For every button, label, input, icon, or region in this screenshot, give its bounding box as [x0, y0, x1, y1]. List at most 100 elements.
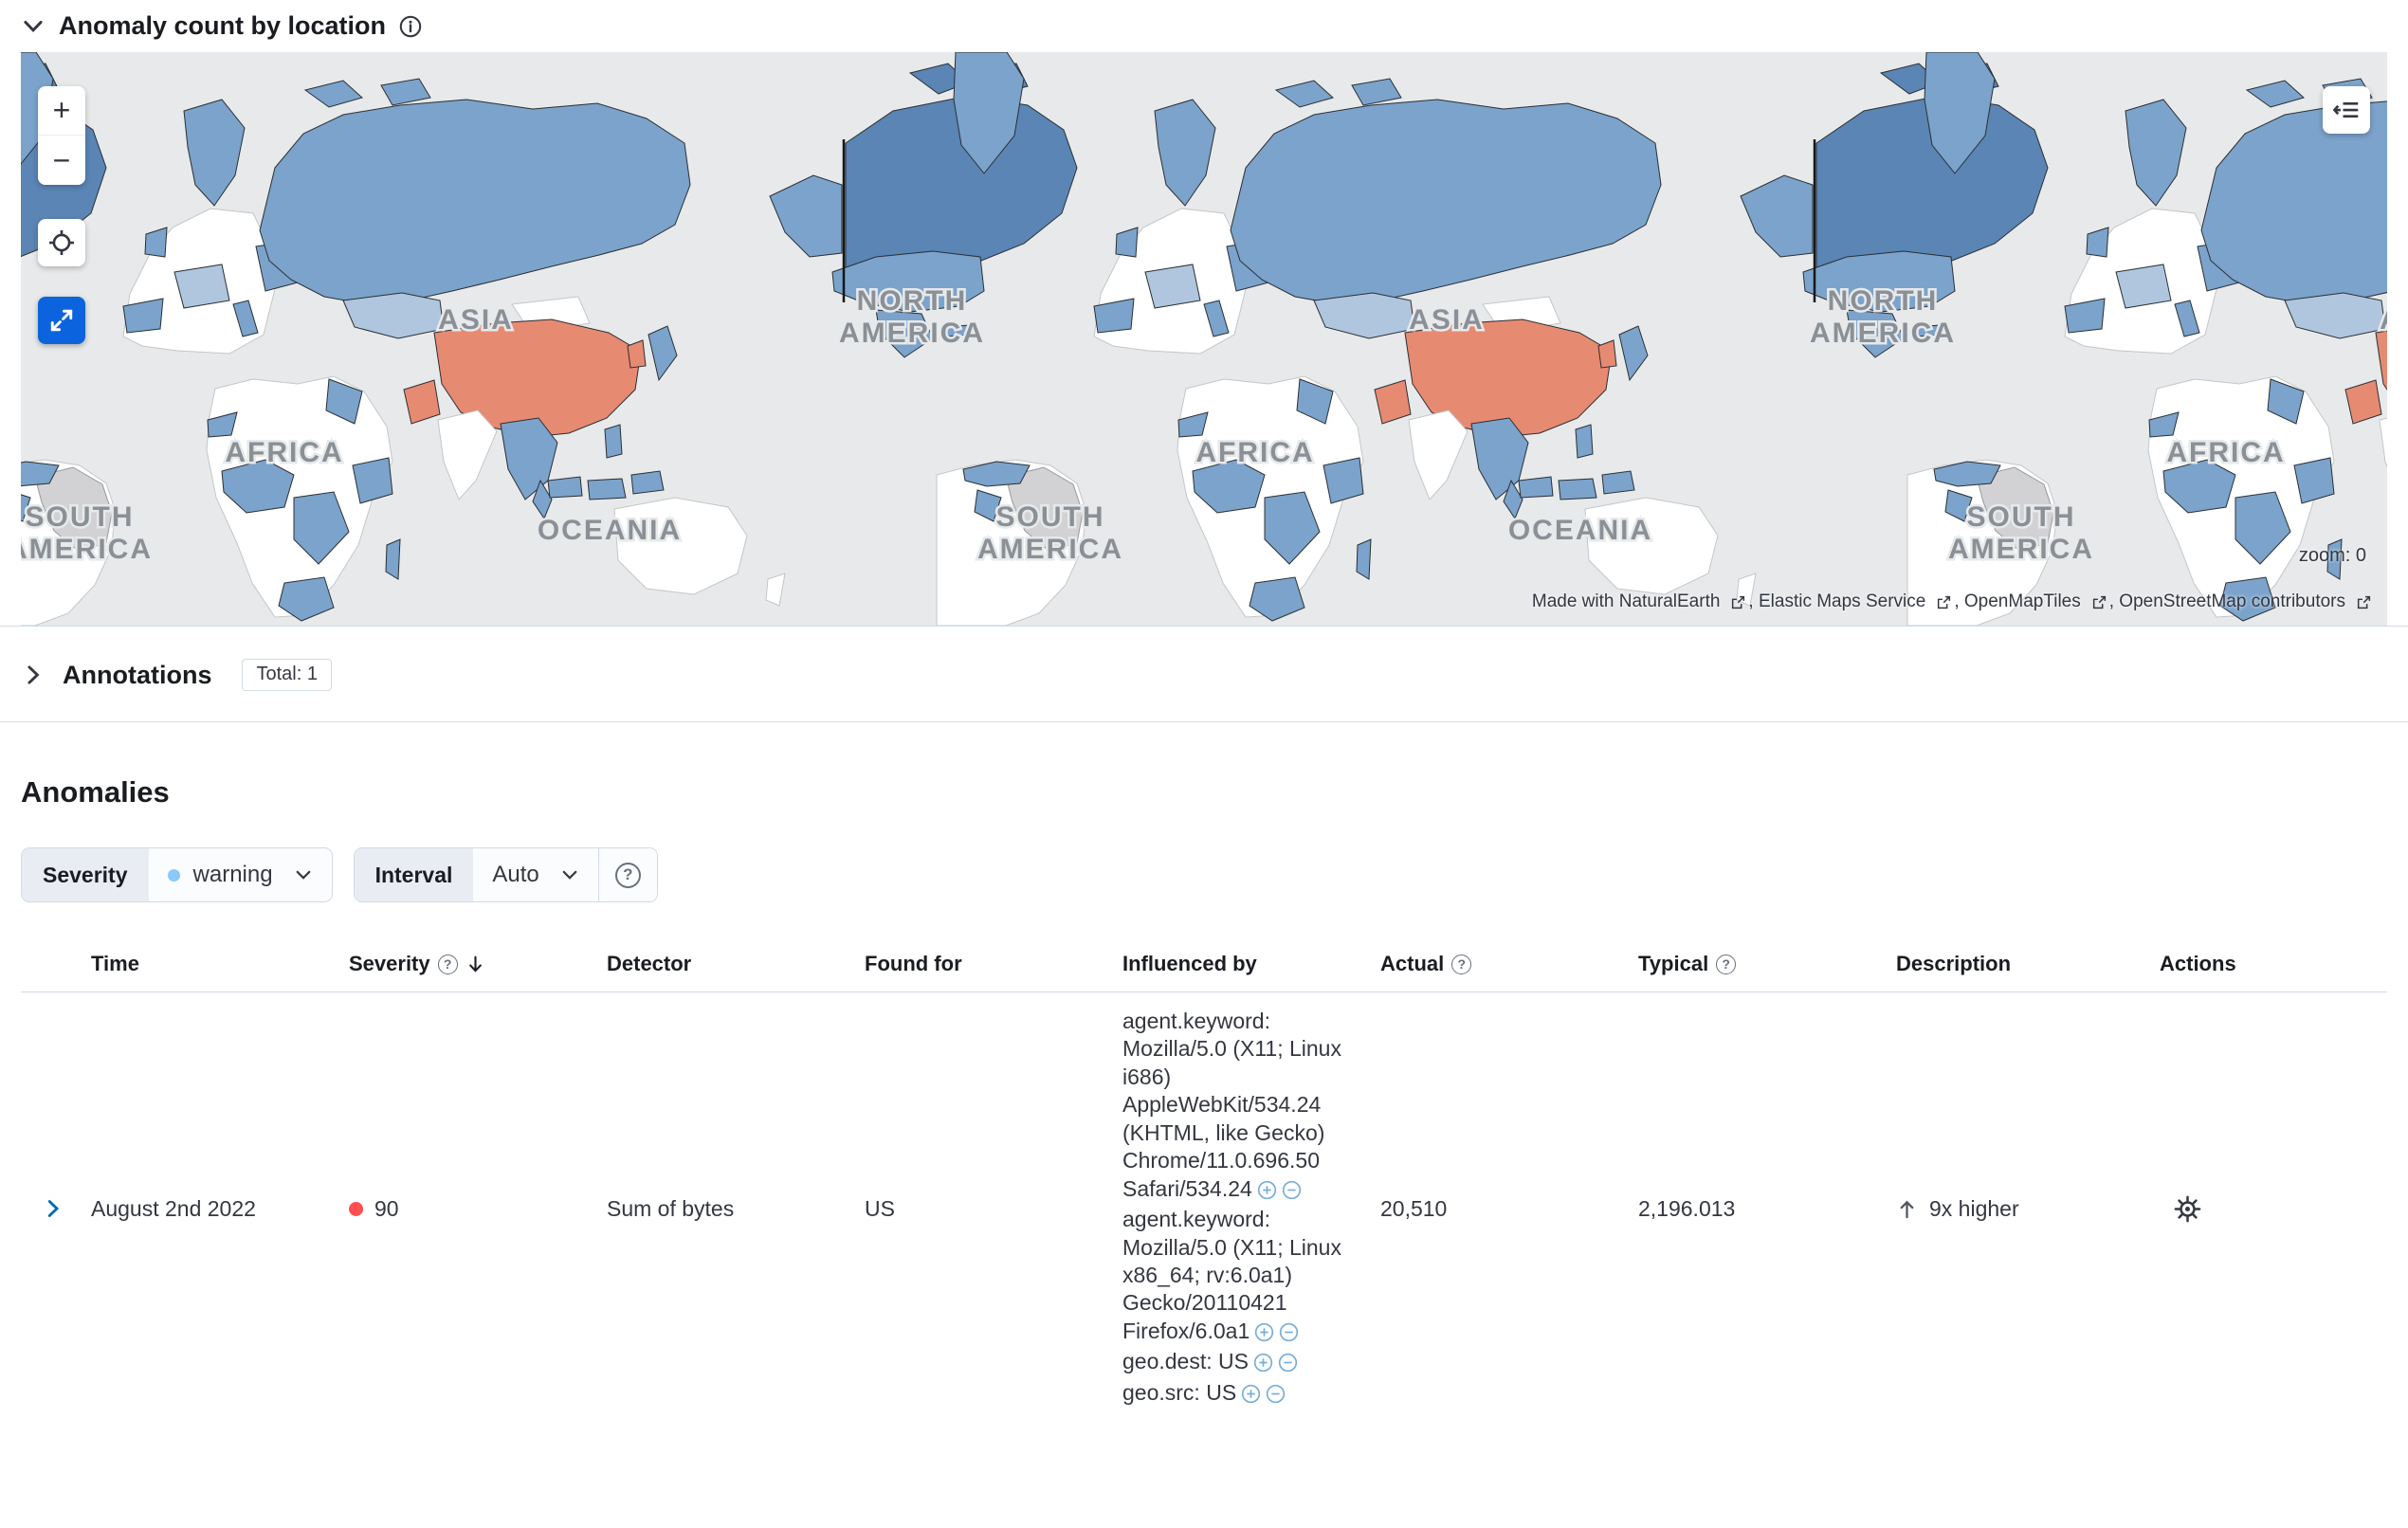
filter-out-icon[interactable]: [1278, 1353, 1298, 1373]
attribution-text: Made with NaturalEarth: [1531, 591, 1721, 611]
header-found-for-label: Found for: [865, 952, 962, 975]
filter-out-icon[interactable]: [1266, 1384, 1286, 1404]
header-description-label: Description: [1896, 952, 2012, 975]
row-expander-cell: [21, 1197, 83, 1220]
severity-filter: Severity warning: [21, 847, 333, 902]
zoom-out-button[interactable]: −: [38, 136, 85, 185]
section-divider: [0, 721, 2408, 722]
influenced-by-cell: agent.keyword: Mozilla/5.0 (X11; Linux i…: [1115, 1008, 1373, 1410]
arrow-up-icon: [1900, 1200, 1914, 1218]
influencer-item: agent.keyword: Mozilla/5.0 (X11; Linux x…: [1122, 1206, 1348, 1345]
influencer-text: agent.keyword: Mozilla/5.0 (X11; Linux x…: [1122, 1207, 1341, 1343]
annotations-accordion-header[interactable]: Annotations Total: 1: [0, 627, 2408, 721]
zoom-level-text: zoom: 0: [2298, 545, 2366, 566]
anomalies-table-header: Time Severity ? Detector Found for Influ…: [21, 952, 2387, 992]
attribution-text: , Elastic Maps Service: [1748, 591, 1926, 611]
header-actual-label: Actual: [1380, 952, 1445, 975]
actual-cell: 20,510: [1373, 1196, 1631, 1222]
header-time-label: Time: [91, 952, 139, 975]
header-found-for: Found for: [857, 952, 1115, 976]
filter-in-icon[interactable]: [1254, 1322, 1274, 1342]
attribution-link[interactable]: Made with NaturalEarth: [1532, 591, 1749, 612]
severity-select[interactable]: warning: [149, 848, 332, 901]
found-for-value: US: [865, 1195, 895, 1221]
annotations-total-badge: Total: 1: [242, 659, 332, 691]
interval-help-button[interactable]: ?: [597, 848, 657, 901]
typical-value: 2,196.013: [1638, 1195, 1736, 1221]
header-severity-label: Severity: [349, 952, 430, 975]
found-for-cell: US: [857, 1196, 1115, 1222]
expand-row-button[interactable]: [28, 1197, 64, 1220]
external-link-icon: [2092, 595, 2106, 609]
header-description: Description: [1888, 952, 2152, 976]
gear-icon: [2174, 1195, 2201, 1222]
attribution-text: , OpenStreetMap contributors: [2108, 591, 2345, 611]
influencer-item: agent.keyword: Mozilla/5.0 (X11; Linux i…: [1122, 1008, 1348, 1203]
sort-descending-icon: [468, 955, 482, 973]
attribution-link[interactable]: , OpenMapTiles: [1954, 591, 2108, 612]
plus-icon: +: [52, 93, 71, 127]
header-typical: Typical ?: [1631, 952, 1888, 976]
interval-select[interactable]: Auto: [473, 848, 597, 901]
attribution-link[interactable]: , OpenStreetMap contributors: [2109, 591, 2374, 612]
header-actions: Actions: [2152, 952, 2387, 976]
influencer-text: geo.src: US: [1122, 1379, 1237, 1405]
chevron-down-icon: [562, 870, 577, 880]
anomaly-map[interactable]: ASIA AFRICA OCEANIA NORTH AMERICA SOUTH …: [21, 52, 2387, 626]
legend-toggle-button[interactable]: [2323, 86, 2370, 134]
anomalies-table: Time Severity ? Detector Found for Influ…: [21, 952, 2387, 1410]
info-icon: [399, 15, 422, 37]
filter-in-icon[interactable]: [1241, 1384, 1261, 1404]
filter-out-icon[interactable]: [1282, 1180, 1302, 1200]
filter-out-icon[interactable]: [1279, 1322, 1299, 1342]
severity-filter-label: Severity: [22, 848, 149, 901]
critical-severity-dot-icon: [349, 1201, 363, 1216]
map-accordion-header[interactable]: Anomaly count by location: [0, 0, 2408, 50]
expand-icon: [50, 309, 73, 332]
severity-score: 90: [374, 1195, 399, 1221]
actual-value: 20,510: [1380, 1195, 1448, 1221]
filter-in-icon[interactable]: [1257, 1180, 1277, 1200]
zoom-in-button[interactable]: +: [38, 86, 85, 136]
warning-severity-dot-icon: [167, 868, 180, 882]
chevron-right-icon: [27, 665, 40, 684]
world-map-canvas: ASIA AFRICA OCEANIA NORTH AMERICA SOUTH …: [21, 52, 2387, 626]
chevron-right-icon: [47, 1200, 60, 1217]
influencer-item: geo.src: US: [1122, 1379, 1348, 1407]
interval-selected-value: Auto: [492, 862, 539, 887]
external-link-icon: [2357, 595, 2371, 609]
anomalies-title: Anomalies: [21, 775, 170, 809]
severity-selected-value: warning: [192, 862, 273, 887]
severity-cell: 90: [341, 1196, 599, 1222]
question-icon: ?: [1451, 954, 1472, 974]
attribution-link[interactable]: , Elastic Maps Service: [1748, 591, 1954, 612]
header-severity[interactable]: Severity ?: [341, 952, 599, 976]
fit-to-data-button[interactable]: [38, 219, 85, 266]
header-typical-label: Typical: [1638, 952, 1709, 975]
typical-cell: 2,196.013: [1631, 1196, 1888, 1222]
time-cell: August 2nd 2022: [83, 1196, 341, 1222]
influencer-text: agent.keyword: Mozilla/5.0 (X11; Linux i…: [1122, 1009, 1341, 1201]
chevron-down-icon: [296, 870, 310, 880]
minus-icon: −: [52, 142, 71, 177]
map-zoom-control: + −: [38, 86, 85, 185]
chevron-down-icon: [24, 20, 43, 32]
question-icon: ?: [437, 954, 458, 974]
question-icon: ?: [1716, 954, 1737, 974]
map-attribution: Made with NaturalEarth , Elastic Maps Se…: [1532, 591, 2374, 612]
influencer-text: geo.dest: US: [1122, 1349, 1249, 1374]
header-detector: Detector: [599, 952, 857, 976]
actions-cell: [2152, 1194, 2387, 1224]
map-section-title: Anomaly count by location: [59, 11, 387, 40]
header-detector-label: Detector: [607, 952, 692, 975]
header-actual: Actual ?: [1373, 952, 1631, 976]
external-link-icon: [1732, 595, 1745, 609]
detector-value: Sum of bytes: [607, 1195, 735, 1221]
header-influenced-by: Influenced by: [1115, 952, 1373, 976]
filter-in-icon[interactable]: [1253, 1353, 1273, 1373]
description-cell: 9x higher: [1888, 1196, 2152, 1222]
anomalies-filters: Severity warning Interval Auto ?: [21, 847, 2387, 902]
description-value: 9x higher: [1929, 1195, 2019, 1221]
row-actions-button[interactable]: [2173, 1194, 2202, 1224]
fullscreen-button[interactable]: [38, 297, 85, 344]
